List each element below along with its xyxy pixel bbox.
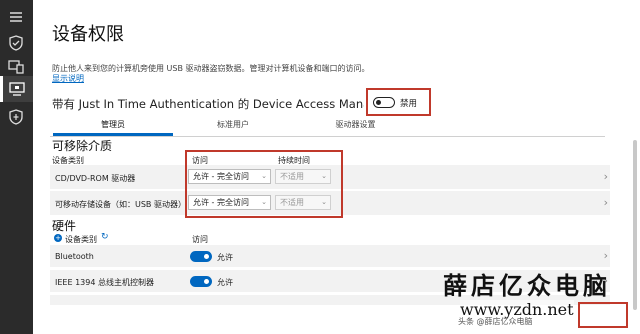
device-label: CD/DVD-ROM 驱动器	[55, 174, 136, 183]
tab-administrator[interactable]: 管理员	[53, 114, 173, 136]
page-description: 防止他人来到您的计算机旁使用 USB 驱动器盗窃数据。管理对计算机设备和端口的访…	[52, 64, 370, 73]
jit-toggle[interactable]	[373, 97, 395, 108]
page-title: 设备权限	[52, 24, 124, 45]
hardware-col-access: 访问	[192, 235, 208, 244]
shield-check-icon[interactable]	[6, 33, 26, 53]
hardware-heading: 硬件	[52, 219, 77, 233]
bluetooth-state: 允许	[217, 253, 233, 262]
refresh-icon[interactable]: ↻	[101, 232, 109, 242]
ieee1394-state: 允许	[217, 278, 233, 287]
devices-icon[interactable]	[6, 57, 26, 77]
tab-drive-settings[interactable]: 驱动器设置	[293, 114, 418, 135]
menu-icon[interactable]	[6, 7, 26, 27]
show-description-link[interactable]: 显示说明	[52, 73, 84, 84]
device-label: Bluetooth	[55, 252, 94, 261]
scrollbar[interactable]	[633, 140, 637, 310]
device-label: IEEE 1394 总线主机控制器	[55, 278, 154, 287]
chevron-right-icon: ›	[603, 196, 608, 209]
highlight-box-access	[185, 150, 343, 218]
removable-media-heading: 可移除介质	[52, 139, 113, 153]
add-icon[interactable]: +	[54, 234, 62, 242]
highlight-box-corner	[578, 302, 628, 328]
chevron-right-icon: ›	[603, 170, 608, 183]
watermark-caption: 头条 @薛店亿众电脑	[458, 317, 533, 326]
table-row[interactable]: Bluetooth ›	[50, 245, 610, 267]
hardware-col-device: 设备类别	[65, 235, 97, 244]
main-panel: 设备权限 防止他人来到您的计算机旁使用 USB 驱动器盗窃数据。管理对计算机设备…	[33, 0, 640, 334]
tab-standard-user[interactable]: 标准用户	[173, 114, 293, 135]
jit-label: 带有 Just In Time Authentication 的 Device …	[52, 97, 364, 111]
tab-bar: 管理员 标准用户 驱动器设置	[50, 114, 605, 137]
device-label: 可移动存储设备（如：USB 驱动器）	[55, 200, 186, 209]
watermark-brand: 薛店亿众电脑	[443, 271, 611, 300]
ieee1394-toggle[interactable]	[190, 276, 212, 287]
bluetooth-toggle[interactable]	[190, 251, 212, 262]
sidebar-rail	[0, 0, 33, 334]
device-access-icon[interactable]	[0, 76, 33, 102]
jit-toggle-label: 禁用	[400, 99, 418, 109]
shield-icon[interactable]	[6, 107, 26, 127]
chevron-right-icon: ›	[603, 249, 608, 262]
